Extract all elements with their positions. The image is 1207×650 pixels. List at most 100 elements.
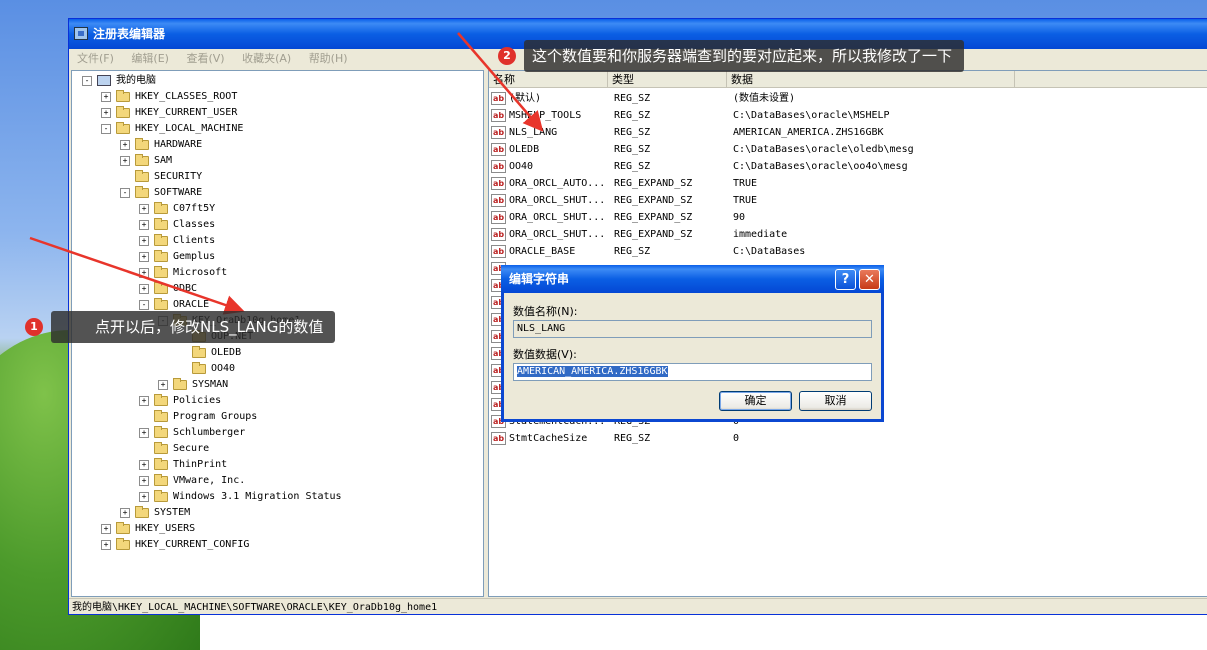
value-row[interactable]: ab OLEDB REG_SZ C:\DataBases\oracle\oledb\m… (489, 141, 1207, 158)
folder-icon (154, 234, 168, 246)
collapse-icon[interactable]: - (82, 76, 92, 86)
tree-node-label: HKEY_CLASSES_ROOT (135, 91, 238, 102)
expand-icon[interactable]: + (139, 492, 149, 502)
folder-icon (154, 202, 168, 214)
folder-icon (154, 266, 168, 278)
expand-icon[interactable]: + (139, 204, 149, 214)
ok-button[interactable]: 确定 (719, 391, 792, 411)
value-row[interactable]: ab ORACLE_BASE REG_SZ C:\DataBases (489, 243, 1207, 260)
folder-icon (192, 362, 206, 374)
folder-icon (116, 90, 130, 102)
expand-icon[interactable]: + (139, 476, 149, 486)
value-row[interactable]: ab ORA_ORCL_SHUT... REG_EXPAND_SZ immediate (489, 226, 1207, 243)
callout-1-text: 点开以后，修改NLS_LANG的数值 (95, 318, 324, 336)
folder-icon (116, 522, 130, 534)
tree-node-label: HKEY_CURRENT_CONFIG (135, 539, 250, 550)
value-type: REG_SZ (614, 110, 651, 121)
value-row[interactable]: ab ORA_ORCL_SHUT... REG_EXPAND_SZ TRUE (489, 192, 1207, 209)
folder-icon (135, 138, 149, 150)
value-name: MSHELP_TOOLS (509, 110, 582, 121)
column-header-data[interactable]: 数据 (727, 71, 1015, 88)
regedit-icon (74, 27, 88, 40)
value-type: REG_EXPAND_SZ (614, 212, 693, 223)
help-button[interactable]: ? (835, 269, 856, 290)
computer-icon (97, 75, 111, 86)
folder-icon (154, 250, 168, 262)
expand-icon[interactable]: + (139, 284, 149, 294)
folder-icon (154, 458, 168, 470)
expand-icon[interactable]: + (120, 156, 130, 166)
tree-node-label: HKEY_LOCAL_MACHINE (135, 123, 244, 134)
tree-node-label: 我的电脑 (116, 75, 156, 86)
value-name: OLEDB (509, 144, 540, 155)
string-value-icon: ab (491, 211, 506, 224)
string-value-icon: ab (491, 245, 506, 258)
folder-icon (154, 474, 168, 486)
collapse-icon[interactable]: - (120, 188, 130, 198)
menu-edit[interactable]: 编辑(E) (131, 52, 169, 65)
cancel-button[interactable]: 取消 (799, 391, 872, 411)
expand-icon[interactable]: + (101, 108, 111, 118)
tree-node-label: Windows 3.1 Migration Status (173, 491, 342, 502)
value-data: C:\DataBases\oracle\MSHELP (733, 110, 890, 121)
tree-node-label: Secure (173, 443, 210, 454)
value-row[interactable]: ab StmtCacheSize REG_SZ 0 (489, 430, 1207, 447)
value-data-label: 数值数据(V): (513, 348, 577, 361)
expand-icon[interactable]: + (139, 236, 149, 246)
expand-icon[interactable]: + (158, 380, 168, 390)
expand-icon[interactable]: + (120, 508, 130, 518)
expand-icon[interactable]: + (139, 460, 149, 470)
string-value-icon: ab (491, 109, 506, 122)
tree-node-label: SYSTEM (154, 507, 191, 518)
collapse-icon[interactable]: - (101, 124, 111, 134)
expand-icon[interactable]: + (139, 428, 149, 438)
string-value-icon: ab (491, 143, 506, 156)
expand-icon[interactable]: + (139, 268, 149, 278)
callout-1: 1 点开以后，修改NLS_LANG的数值 (25, 311, 336, 343)
value-row[interactable]: ab ORA_ORCL_SHUT... REG_EXPAND_SZ 90 (489, 209, 1207, 226)
callout-2-text: 这个数值要和你服务器端查到的要对应起来，所以我修改了一下 (532, 47, 953, 65)
close-button[interactable]: ✕ (859, 269, 880, 290)
tree-node-label: HKEY_CURRENT_USER (135, 107, 238, 118)
value-row[interactable]: ab ORA_ORCL_AUTO... REG_EXPAND_SZ TRUE (489, 175, 1207, 192)
column-header-type[interactable]: 类型 (608, 71, 727, 88)
expand-icon[interactable]: + (139, 252, 149, 262)
expand-icon[interactable]: + (101, 524, 111, 534)
value-data-input[interactable]: AMERICAN_AMERICA.ZHS16GBK (513, 363, 872, 381)
tree-node-label: HARDWARE (154, 139, 203, 150)
value-row[interactable]: ab NLS_LANG REG_SZ AMERICAN_AMERICA.ZHS16GB… (489, 124, 1207, 141)
collapse-icon[interactable]: - (139, 300, 149, 310)
folder-icon (154, 490, 168, 502)
value-data: 0 (733, 433, 740, 444)
folder-icon (135, 186, 149, 198)
value-row[interactable]: ab MSHELP_TOOLS REG_SZ C:\DataBases\oracle\… (489, 107, 1207, 124)
column-header-name[interactable]: 名称 (489, 71, 608, 88)
value-row[interactable]: ab (默认) REG_SZ (数值未设置) (489, 90, 1207, 107)
expand-icon[interactable]: + (101, 92, 111, 102)
expand-icon[interactable]: + (139, 220, 149, 230)
string-value-icon: ab (491, 126, 506, 139)
tree-node-label: Clients (173, 235, 216, 246)
value-name: ORA_ORCL_SHUT... (509, 229, 606, 240)
tree-node-label: Schlumberger (173, 427, 246, 438)
expand-icon[interactable]: + (120, 140, 130, 150)
value-type: REG_SZ (614, 433, 651, 444)
string-value-icon: ab (491, 194, 506, 207)
tree-node-label: HKEY_USERS (135, 523, 196, 534)
folder-icon (116, 106, 130, 118)
value-type: REG_SZ (614, 144, 651, 155)
menu-favorites[interactable]: 收藏夹(A) (242, 52, 291, 65)
menu-view[interactable]: 查看(V) (186, 52, 224, 65)
value-row[interactable]: ab OO40 REG_SZ C:\DataBases\oracle\oo4o\mes… (489, 158, 1207, 175)
value-name: OO40 (509, 161, 534, 172)
folder-icon (135, 154, 149, 166)
menu-file[interactable]: 文件(F) (77, 52, 114, 65)
expand-icon[interactable]: + (101, 540, 111, 550)
menu-help[interactable]: 帮助(H) (309, 52, 348, 65)
tree-node-label: Microsoft (173, 267, 228, 278)
value-type: REG_SZ (614, 127, 651, 138)
dialog-titlebar[interactable]: 编辑字符串 ? ✕ (501, 265, 884, 293)
expand-icon[interactable]: + (139, 396, 149, 406)
value-data: C:\DataBases\oracle\oo4o\mesg (733, 161, 908, 172)
window-title: 注册表编辑器 (93, 27, 166, 41)
